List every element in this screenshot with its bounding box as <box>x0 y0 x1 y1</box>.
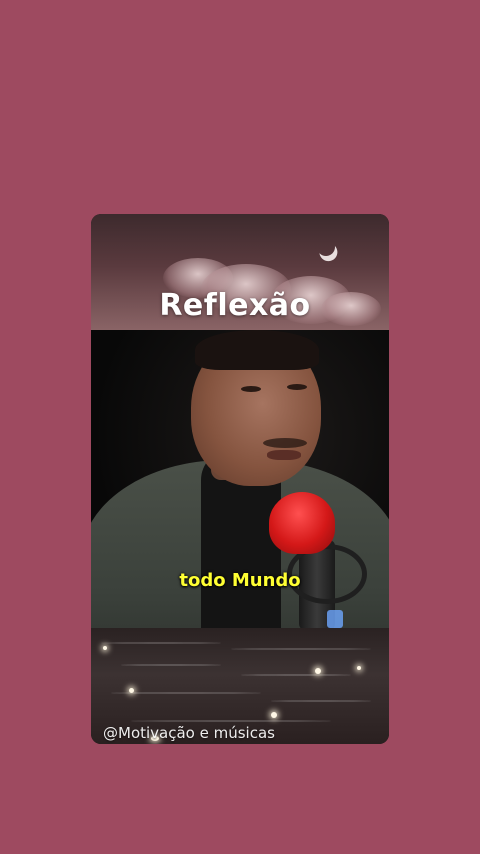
water-ripple <box>101 642 221 644</box>
water-panel: @Motivação e músicas <box>91 628 389 744</box>
person-eye <box>287 384 307 390</box>
microphone-light <box>327 610 343 628</box>
water-sparkle <box>357 666 361 670</box>
video-frame[interactable]: todo Mundo <box>91 330 389 628</box>
water-ripple <box>131 720 331 722</box>
water-ripple <box>111 692 261 694</box>
water-ripple <box>231 648 371 650</box>
water-ripple <box>271 700 371 702</box>
water-ripple <box>241 674 351 676</box>
water-sparkle <box>129 688 134 693</box>
subtitle-caption: todo Mundo <box>179 570 301 591</box>
sky-panel: Reflexão <box>91 214 389 330</box>
water-ripple <box>121 664 221 666</box>
water-sparkle <box>271 712 277 718</box>
microphone-icon <box>269 492 335 554</box>
water-sparkle <box>315 668 321 674</box>
video-title: Reflexão <box>159 288 311 323</box>
moon-icon <box>314 235 337 258</box>
person-eye <box>241 386 261 392</box>
video-card[interactable]: Reflexão todo Mundo @Motivação e músicas <box>91 214 389 744</box>
person-hair <box>195 330 319 370</box>
channel-watermark: @Motivação e músicas <box>103 724 275 742</box>
person-mustache <box>263 438 307 448</box>
water-sparkle <box>103 646 107 650</box>
person-mouth <box>267 450 301 460</box>
